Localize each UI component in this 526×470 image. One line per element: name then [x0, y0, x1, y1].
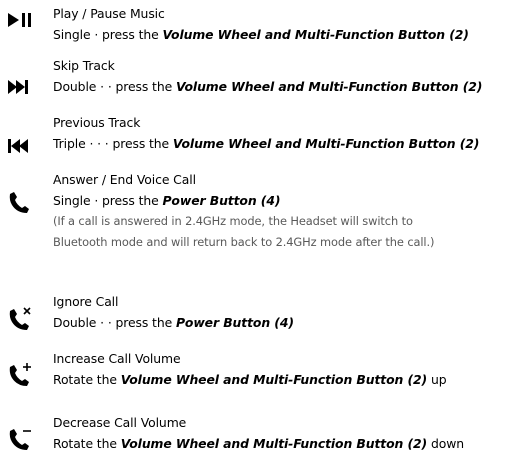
item-title: Skip Track: [53, 58, 115, 73]
item-action: Double · · press the Volume Wheel and Mu…: [53, 76, 526, 97]
item-action: Single · press the Volume Wheel and Mult…: [53, 24, 526, 45]
phone-ignore-icon: [8, 306, 40, 330]
item-title: Answer / End Voice Call: [53, 172, 196, 187]
action-prefix: Single · press the: [53, 193, 163, 208]
action-button: Power Button (4): [175, 315, 294, 330]
action-button: Volume Wheel and Multi-Function Button (…: [162, 27, 469, 42]
action-prefix: Single · press the: [53, 27, 163, 42]
action-prefix: Rotate the: [53, 436, 121, 451]
action-button: Volume Wheel and Multi-Function Button (…: [172, 136, 480, 151]
phone-volume-down-icon: [8, 426, 40, 450]
item-title: Increase Call Volume: [53, 351, 181, 366]
item-action: Triple · · · press the Volume Wheel and …: [53, 133, 526, 154]
item-title: Previous Track: [53, 115, 141, 130]
skip-forward-icon: [8, 77, 40, 101]
phone-volume-up-icon: [8, 362, 40, 386]
action-suffix: up: [427, 372, 447, 387]
skip-back-icon: [8, 136, 40, 160]
item-note: (If a call is answered in 2.4GHz mode, t…: [53, 211, 526, 252]
item-action: Single · press the Power Button (4): [53, 190, 526, 211]
item-title: Ignore Call: [53, 294, 119, 309]
action-button: Volume Wheel and Multi-Function Button (…: [175, 79, 483, 94]
action-prefix: Triple · · · press the: [53, 136, 173, 151]
item-action: Rotate the Volume Wheel and Multi-Functi…: [53, 369, 526, 390]
item-title: Play / Pause Music: [53, 6, 165, 21]
note-line: (If a call is answered in 2.4GHz mode, t…: [53, 214, 413, 228]
item-action: Rotate the Volume Wheel and Multi-Functi…: [53, 433, 526, 454]
action-button: Power Button (4): [162, 193, 281, 208]
note-line: Bluetooth mode and will return back to 2…: [53, 234, 435, 249]
item-action: Double · · press the Power Button (4): [53, 312, 526, 333]
phone-icon: [8, 191, 40, 215]
item-title: Decrease Call Volume: [53, 415, 187, 430]
action-prefix: Double · · press the: [53, 315, 176, 330]
action-prefix: Double · · press the: [53, 79, 176, 94]
action-prefix: Rotate the: [53, 372, 121, 387]
action-suffix: down: [427, 436, 464, 451]
action-button: Volume Wheel and Multi-Function Button (…: [120, 436, 428, 451]
play-pause-icon: [8, 10, 40, 34]
action-button: Volume Wheel and Multi-Function Button (…: [120, 372, 428, 387]
